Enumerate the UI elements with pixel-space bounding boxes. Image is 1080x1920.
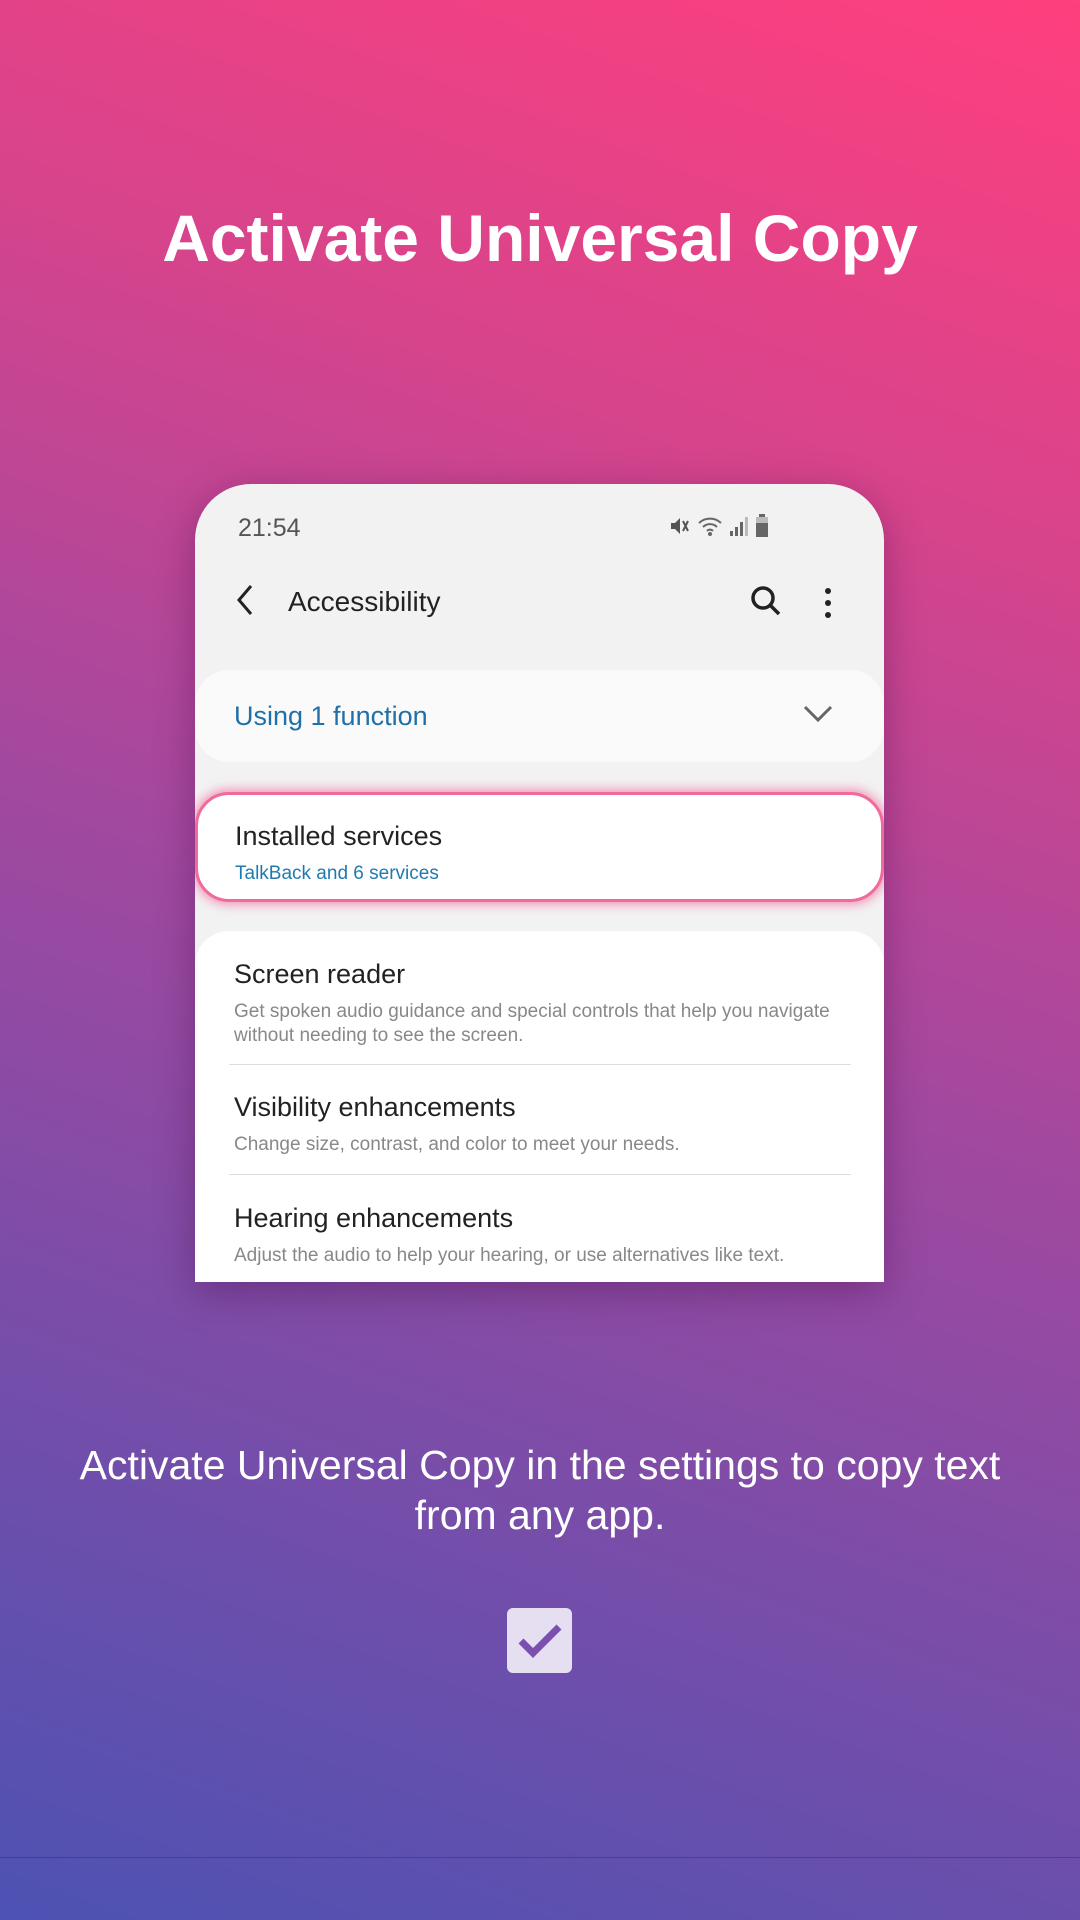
page-title: Activate Universal Copy — [162, 201, 918, 275]
back-icon[interactable] — [233, 582, 257, 618]
toolbar-title: Accessibility — [288, 586, 441, 617]
item-desc: Get spoken audio guidance and special co… — [234, 1001, 830, 1046]
list-item-screen-reader[interactable]: Screen reader Get spoken audio guidance … — [234, 959, 854, 1048]
item-title: Screen reader — [234, 959, 406, 989]
using-functions-row[interactable]: Using 1 function — [195, 670, 884, 762]
status-time: 21:54 — [238, 514, 301, 542]
item-desc: Adjust the audio to help your hearing, o… — [234, 1245, 785, 1266]
using-label: Using 1 function — [234, 701, 428, 731]
item-title: Visibility enhancements — [234, 1092, 516, 1122]
caption-text: Activate Universal Copy in the settings … — [79, 1442, 1001, 1538]
item-desc: Change size, contrast, and color to meet… — [234, 1134, 680, 1155]
wifi-icon — [698, 517, 722, 536]
divider — [229, 1174, 851, 1175]
checkbox[interactable] — [507, 1608, 572, 1673]
item-title: Hearing enhancements — [234, 1203, 514, 1233]
mute-icon — [671, 518, 689, 534]
installed-subtitle: TalkBack and 6 services — [235, 863, 439, 884]
check-icon — [518, 1624, 561, 1658]
list-item-visibility[interactable]: Visibility enhancements Change size, con… — [234, 1092, 854, 1157]
more-icon[interactable] — [825, 588, 835, 624]
status-icons — [669, 514, 769, 538]
divider — [229, 1064, 851, 1065]
settings-list: Screen reader Get spoken audio guidance … — [195, 931, 884, 1282]
list-item-hearing[interactable]: Hearing enhancements Adjust the audio to… — [234, 1203, 854, 1268]
bottom-divider — [0, 1857, 1080, 1858]
installed-services-row[interactable]: Installed services TalkBack and 6 servic… — [195, 792, 884, 902]
battery-icon — [756, 514, 768, 537]
phone-screenshot: 21:54 Accessibility Using 1 function Ins… — [195, 484, 884, 1282]
chevron-down-icon — [803, 705, 833, 723]
search-icon[interactable] — [749, 584, 783, 618]
installed-title: Installed services — [235, 821, 443, 851]
signal-icon — [730, 517, 748, 536]
